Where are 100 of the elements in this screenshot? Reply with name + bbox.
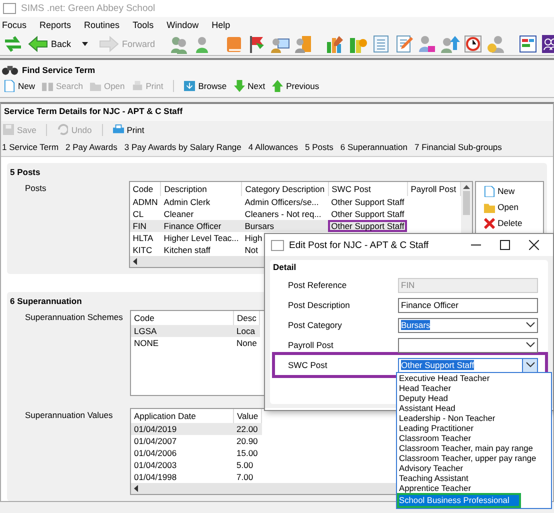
panel-title: Find Service Term [22,64,96,74]
person-badge-icon[interactable] [417,34,438,54]
toolbar-button[interactable]: Next [234,78,266,92]
section-link[interactable]: 6 Superannuation [340,142,408,152]
dropdown-option[interactable]: Deputy Head [397,393,551,403]
column-header[interactable]: SWC Post [328,182,408,196]
table-cell: 20.90 [234,435,262,447]
menu-item[interactable]: Routines [84,20,120,30]
section-link[interactable]: 5 Posts [305,142,334,152]
table-cell: Cleaner [160,208,242,220]
back-button[interactable]: Back [26,35,74,53]
document-icon [4,80,15,92]
section-link[interactable]: 2 Pay Awards [66,142,118,152]
app-icon [3,3,16,14]
dropdown-field[interactable]: Bursars [398,318,538,332]
side-button[interactable]: New [484,184,535,198]
table-cell: Other Support Staff [328,208,408,220]
side-button[interactable]: Open [484,200,535,214]
field-label: Payroll Post [288,340,334,350]
left-arrow-icon[interactable] [134,485,138,492]
toolbar-button[interactable]: Previous [272,78,320,92]
table-cell[interactable]: 01/04/2006 [131,447,234,459]
document-pencil-icon[interactable] [394,34,414,54]
column-header[interactable]: Code [130,182,161,196]
table-cell: Admin Officers/se... [242,196,328,208]
window-title: SIMS .net: Green Abbey School [21,3,156,14]
table-cell-text: 5.00 [236,459,254,471]
field-label: Superannuation Schemes [24,311,124,322]
printer-icon [112,124,124,135]
dropdown-option[interactable]: Teaching Assistant [397,473,551,483]
folder-icon [484,202,495,212]
toolbar-button[interactable]: Print [112,122,144,136]
table-cell[interactable]: 01/04/2007 [131,435,234,447]
toolbar-button[interactable]: Browse [184,78,227,92]
table-cell[interactable]: ADMN [130,196,161,208]
section-link[interactable]: 7 Financial Sub-groups [414,142,502,152]
section-link[interactable]: 3 Pay Awards by Salary Range [124,142,242,152]
chevron-down-icon[interactable] [526,342,534,348]
dropdown-option[interactable]: Classroom Teacher, upper pay range [397,453,551,463]
table-cell[interactable]: FIN [130,220,161,232]
dropdown-option[interactable]: Executive Head Teacher [397,373,551,383]
table-cell[interactable]: 01/04/2019 [131,423,234,435]
dropdown-option[interactable]: Leadership - Non Teacher [397,413,551,423]
grid-icon[interactable] [518,34,538,54]
dropdown-field[interactable] [398,338,538,352]
table-cell: 22.00 [234,423,262,435]
chevron-down-icon[interactable] [526,362,534,368]
table-cell[interactable]: NONE [131,337,234,349]
table-cell: Other Support Staff [328,220,408,232]
section-link[interactable]: 1 Service Term [2,142,59,152]
table-cell-text: 15.00 [236,447,259,459]
maximize-icon[interactable] [500,240,510,250]
section-link[interactable]: 4 Allowances [248,142,298,152]
dropdown-option[interactable]: Leading Practitioner [397,423,551,433]
dropdown-option[interactable]: Classroom Teacher [397,433,551,443]
dropdown-option[interactable]: School Business Professional [397,493,522,508]
clock-icon[interactable] [463,34,484,54]
dropdown-option[interactable]: Head Teacher [397,383,551,393]
person-door-icon[interactable] [293,34,314,54]
caret-icon[interactable] [82,42,88,46]
close-icon[interactable] [529,240,539,250]
menu-item[interactable]: Help [212,20,230,30]
down-arrow-icon [234,80,245,92]
column-header[interactable]: Category Description [242,182,328,196]
table-cell[interactable]: CL [130,208,161,220]
table-cell[interactable]: 01/04/2003 [131,459,234,471]
side-button[interactable]: Delete [484,216,535,230]
table-cell[interactable]: HLTA [130,232,161,244]
table-cell: Cleaners - Not req... [242,208,328,220]
chart-pencil-icon[interactable] [325,34,346,54]
list-icon[interactable] [371,34,392,54]
dropdown-option[interactable]: Assistant Head [397,403,551,413]
dropdown-option[interactable]: Classroom Teacher, main pay range [397,443,551,453]
table-cell[interactable]: LGSA [131,325,234,337]
toolbar-button[interactable]: New [4,78,36,92]
dropdown-field[interactable]: Other Support Staff [398,358,538,372]
app-icon [271,240,284,250]
left-arrow-icon[interactable] [132,258,137,265]
menu-item[interactable]: Focus [2,20,27,30]
dropdown-option[interactable]: Advisory Teacher [397,463,551,473]
field-label: SWC Post [288,360,328,370]
table-cell[interactable]: 01/04/1998 [131,471,234,483]
table-cell-text: Kitchen staff [162,244,212,256]
dialog-title: Edit Post for NJC - APT & C Staff [289,240,430,250]
swap-arrows-icon[interactable] [3,34,23,54]
field-label: Post Reference [288,280,348,290]
left-arrow-icon [28,36,48,52]
up-arrow-icon[interactable] [462,185,470,189]
panel-title: Service Term Details for NJC - APT & C Staff [4,106,183,116]
menu-item[interactable]: Tools [132,20,154,30]
chevron-down-icon[interactable] [526,322,534,328]
text-field[interactable]: Finance Officer [398,298,538,312]
cross-icon [484,218,495,228]
table-cell: Other Support Staff [328,196,408,208]
table-cell[interactable]: KITC [130,244,161,256]
table-cell: Loca [234,325,260,337]
dropdown-option[interactable]: Apprentice Teacher [397,483,551,493]
menu-item[interactable]: Window [166,20,199,30]
menu-item[interactable]: Reports [40,20,72,30]
column-header[interactable]: Description [160,182,242,196]
